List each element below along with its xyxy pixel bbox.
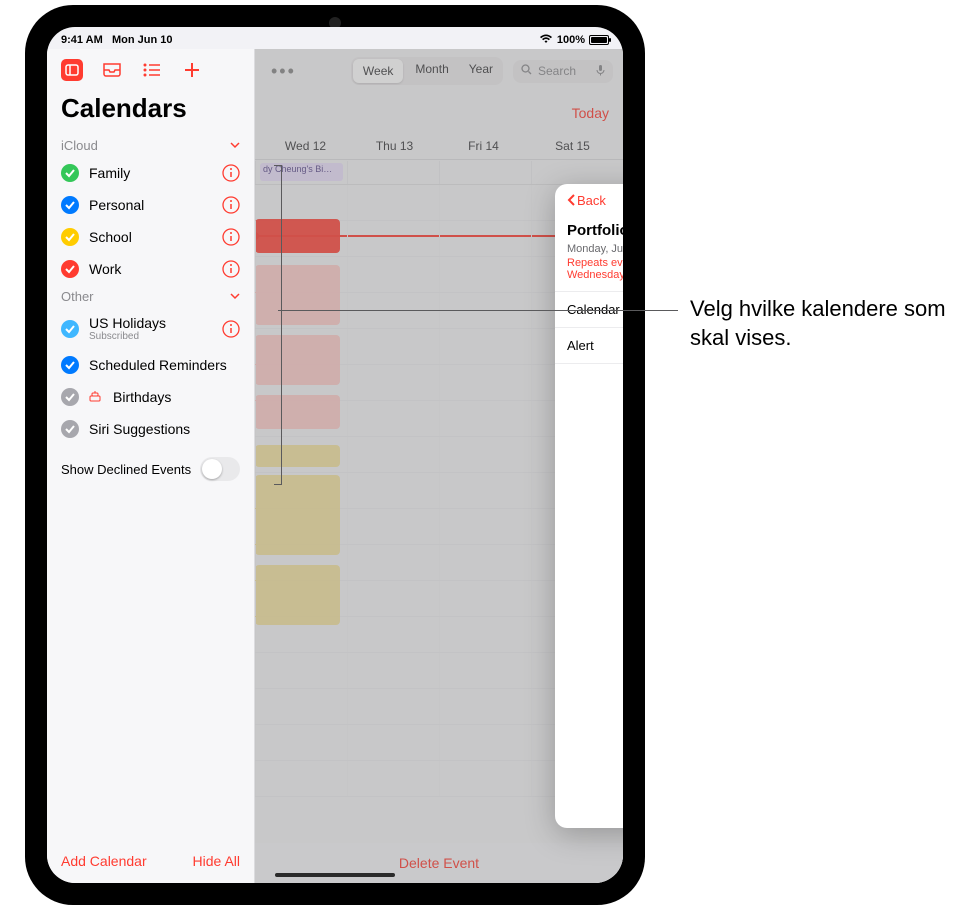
calendar-label: Birthdays <box>113 389 240 405</box>
show-declined-label: Show Declined Events <box>61 462 191 477</box>
battery-percent: 100% <box>557 34 585 46</box>
event-title: Portfolio work session <box>567 222 623 239</box>
section-label: iCloud <box>61 138 98 153</box>
sidebar-title: Calendars <box>47 87 254 134</box>
mic-icon[interactable] <box>596 64 605 79</box>
callout-line <box>278 310 678 312</box>
calendar-item-personal[interactable]: Personal <box>47 189 254 221</box>
calendar-item-reminders[interactable]: Scheduled Reminders <box>47 349 254 381</box>
day-wed[interactable]: Wed 12 <box>261 139 350 153</box>
battery-icon <box>589 35 609 45</box>
delete-event-button[interactable]: Delete Event <box>555 784 623 828</box>
more-icon[interactable]: ••• <box>271 61 296 82</box>
calendar-label: Siri Suggestions <box>89 421 240 437</box>
show-declined-row: Show Declined Events <box>47 445 254 493</box>
seg-year[interactable]: Year <box>459 57 503 85</box>
event-repeat: Repeats every week on Monday and Wednesd… <box>567 257 623 281</box>
inbox-icon[interactable] <box>101 59 123 81</box>
day-sat[interactable]: Sat 15 <box>528 139 617 153</box>
popover-arrow <box>555 218 557 238</box>
ipad-device-frame: 9:41 AM Mon Jun 10 100% <box>25 5 645 905</box>
checkmark-icon <box>61 320 79 338</box>
subscribed-text: Subscribed <box>89 331 212 342</box>
seg-month[interactable]: Month <box>405 57 458 85</box>
seg-week[interactable]: Week <box>353 59 403 83</box>
chevron-down-icon <box>230 139 240 153</box>
back-label: Back <box>577 193 606 208</box>
day-thu[interactable]: Thu 13 <box>350 139 439 153</box>
chevron-down-icon <box>230 290 240 304</box>
today-button[interactable]: Today <box>572 105 609 121</box>
calendars-sidebar: Calendars iCloud Family Persona <box>47 49 255 883</box>
calendar-label: Personal <box>89 197 212 213</box>
list-icon[interactable] <box>141 59 163 81</box>
status-date: Mon Jun 10 <box>112 34 173 46</box>
calendar-label: School <box>89 229 212 245</box>
other-calendar-list: US Holidays Subscribed Scheduled Reminde… <box>47 308 254 445</box>
event-details-popover: Back Event Details Edit Portfolio work s… <box>555 184 623 828</box>
status-bar: 9:41 AM Mon Jun 10 100% <box>47 27 623 49</box>
row-label: Alert <box>567 338 594 353</box>
back-button[interactable]: Back <box>567 193 606 208</box>
show-declined-toggle[interactable] <box>200 457 240 481</box>
main-toolbar: ••• Week Month Year Search <box>255 49 623 93</box>
section-label: Other <box>61 289 94 304</box>
calendar-label: Scheduled Reminders <box>89 357 240 373</box>
calendar-item-school[interactable]: School <box>47 221 254 253</box>
wifi-icon <box>539 34 553 47</box>
main-content: ••• Week Month Year Search Today Wed 12 <box>255 49 623 883</box>
checkmark-icon <box>61 164 79 182</box>
checkmark-icon <box>61 420 79 438</box>
sidebar-toggle-icon[interactable] <box>61 59 83 81</box>
popover-header: Back Event Details Edit <box>555 184 623 216</box>
day-fri[interactable]: Fri 14 <box>439 139 528 153</box>
checkmark-icon <box>61 388 79 406</box>
allday-event[interactable]: dy Cheung's Bi… <box>260 163 343 181</box>
calendar-item-siri[interactable]: Siri Suggestions <box>47 413 254 445</box>
info-icon[interactable] <box>222 260 240 278</box>
calendar-item-work[interactable]: Work <box>47 253 254 285</box>
add-icon[interactable] <box>181 59 203 81</box>
delete-event-footer[interactable]: Delete Event <box>255 843 623 883</box>
calendar-item-usholidays[interactable]: US Holidays Subscribed <box>47 308 254 349</box>
icloud-calendar-list: Family Personal School <box>47 157 254 285</box>
calendar-label: Work <box>89 261 212 277</box>
status-right: 100% <box>539 34 609 47</box>
info-icon[interactable] <box>222 196 240 214</box>
calendar-label: US Holidays Subscribed <box>89 315 212 342</box>
status-left: 9:41 AM Mon Jun 10 <box>61 34 172 46</box>
calendar-item-family[interactable]: Family <box>47 157 254 189</box>
search-field[interactable]: Search <box>513 60 613 83</box>
status-time: 9:41 AM <box>61 34 103 46</box>
allday-row: dy Cheung's Bi… <box>255 161 623 185</box>
sidebar-toolbar <box>47 49 254 87</box>
checkmark-icon <box>61 196 79 214</box>
week-header: Wed 12 Thu 13 Fri 14 Sat 15 <box>255 139 623 160</box>
search-icon <box>521 64 532 78</box>
checkmark-icon <box>61 260 79 278</box>
alert-row[interactable]: Alert None ▴▾ <box>555 328 623 364</box>
view-segmented-control[interactable]: Week Month Year <box>351 57 503 85</box>
callout-bracket <box>274 165 282 485</box>
birthday-cake-icon <box>89 390 101 405</box>
event-summary: Portfolio work session Monday, Jun 10, 2… <box>555 216 623 292</box>
calendar-label: Family <box>89 165 212 181</box>
search-placeholder: Search <box>538 64 576 78</box>
section-header-icloud[interactable]: iCloud <box>47 134 254 157</box>
add-calendar-button[interactable]: Add Calendar <box>61 853 147 869</box>
info-icon[interactable] <box>222 228 240 246</box>
callout-text: Velg hvilke kalendere som skal vises. <box>690 295 979 352</box>
event-date: Monday, Jun 10, 2024 <box>567 243 623 255</box>
screen: 9:41 AM Mon Jun 10 100% <box>47 27 623 883</box>
info-icon[interactable] <box>222 164 240 182</box>
info-icon[interactable] <box>222 320 240 338</box>
hide-all-button[interactable]: Hide All <box>193 853 240 869</box>
checkmark-icon <box>61 228 79 246</box>
calendar-item-birthdays[interactable]: Birthdays <box>47 381 254 413</box>
section-header-other[interactable]: Other <box>47 285 254 308</box>
checkmark-icon <box>61 356 79 374</box>
sidebar-footer: Add Calendar Hide All <box>47 839 254 883</box>
label-text: US Holidays <box>89 315 166 331</box>
home-indicator[interactable] <box>275 873 395 877</box>
